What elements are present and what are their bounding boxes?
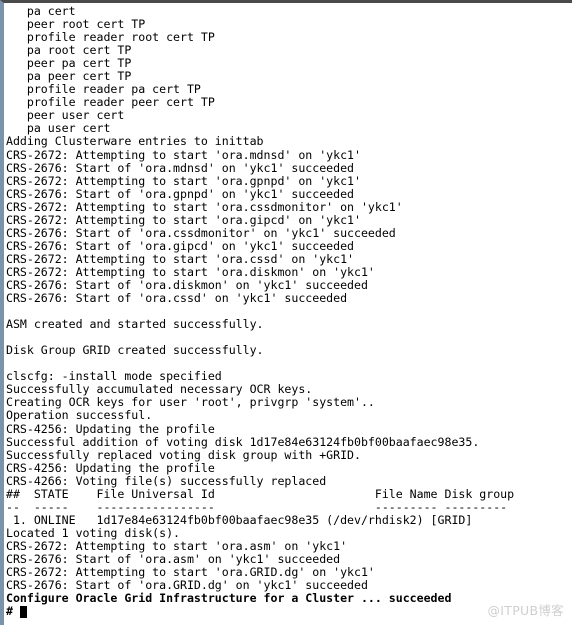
terminal-line: CRS-2676: Start of 'ora.gipcd' on 'ykc1'… [6, 238, 355, 253]
terminal-line: ASM created and started successfully. [6, 317, 264, 332]
watermark: @ITPUB博客 [487, 603, 564, 618]
terminal-line: CRS-4256: Updating the profile [6, 460, 215, 475]
terminal-line: Located 1 voting disk(s). [6, 525, 181, 540]
terminal-line: CRS-2672: Attempting to start 'ora.mdnsd… [6, 147, 361, 162]
prompt-symbol: # [6, 604, 20, 619]
terminal-line: 1. ONLINE 1d17e84e63124fb0bf00baafaec98e… [6, 512, 473, 527]
terminal-line: Successfully replaced voting disk group … [6, 447, 361, 462]
terminal-line: ## STATE File Universal Id File Name Dis… [6, 486, 515, 501]
terminal-line: -- ----- ----------------- --------- ---… [6, 499, 508, 514]
terminal-output[interactable]: pa cert peer root cert TP profile reader… [4, 3, 572, 618]
terminal-line: CRS-2672: Attempting to start 'ora.cssdm… [6, 199, 403, 214]
terminal-line: CRS-2672: Attempting to start 'ora.cssd'… [6, 251, 355, 266]
terminal-line: CRS-2672: Attempting to start 'ora.asm' … [6, 538, 348, 553]
terminal-line: CRS-4256: Updating the profile [6, 421, 215, 436]
terminal-line: Operation successful. [6, 408, 153, 423]
terminal-line: Adding Clusterware entries to inittab [6, 134, 264, 149]
terminal-line: CRS-2676: Start of 'ora.cssd' on 'ykc1' … [6, 291, 348, 306]
terminal-line: CRS-2672: Attempting to start 'ora.gipcd… [6, 212, 361, 227]
text-cursor [19, 605, 27, 618]
terminal-line: CRS-4266: Voting file(s) successfully re… [6, 473, 327, 488]
terminal-line: CRS-2676: Start of 'ora.cssdmonitor' on … [6, 225, 396, 240]
terminal-line: CRS-2676: Start of 'ora.mdnsd' on 'ykc1'… [6, 160, 355, 175]
terminal-window: pa cert peer root cert TP profile reader… [0, 0, 572, 625]
terminal-line: Successful addition of voting disk 1d17e… [6, 434, 480, 449]
terminal-line: Disk Group GRID created successfully. [6, 343, 264, 358]
terminal-line: CRS-2676: Start of 'ora.gpnpd' on 'ykc1'… [6, 186, 355, 201]
terminal-line: CRS-2672: Attempting to start 'ora.gpnpd… [6, 173, 361, 188]
